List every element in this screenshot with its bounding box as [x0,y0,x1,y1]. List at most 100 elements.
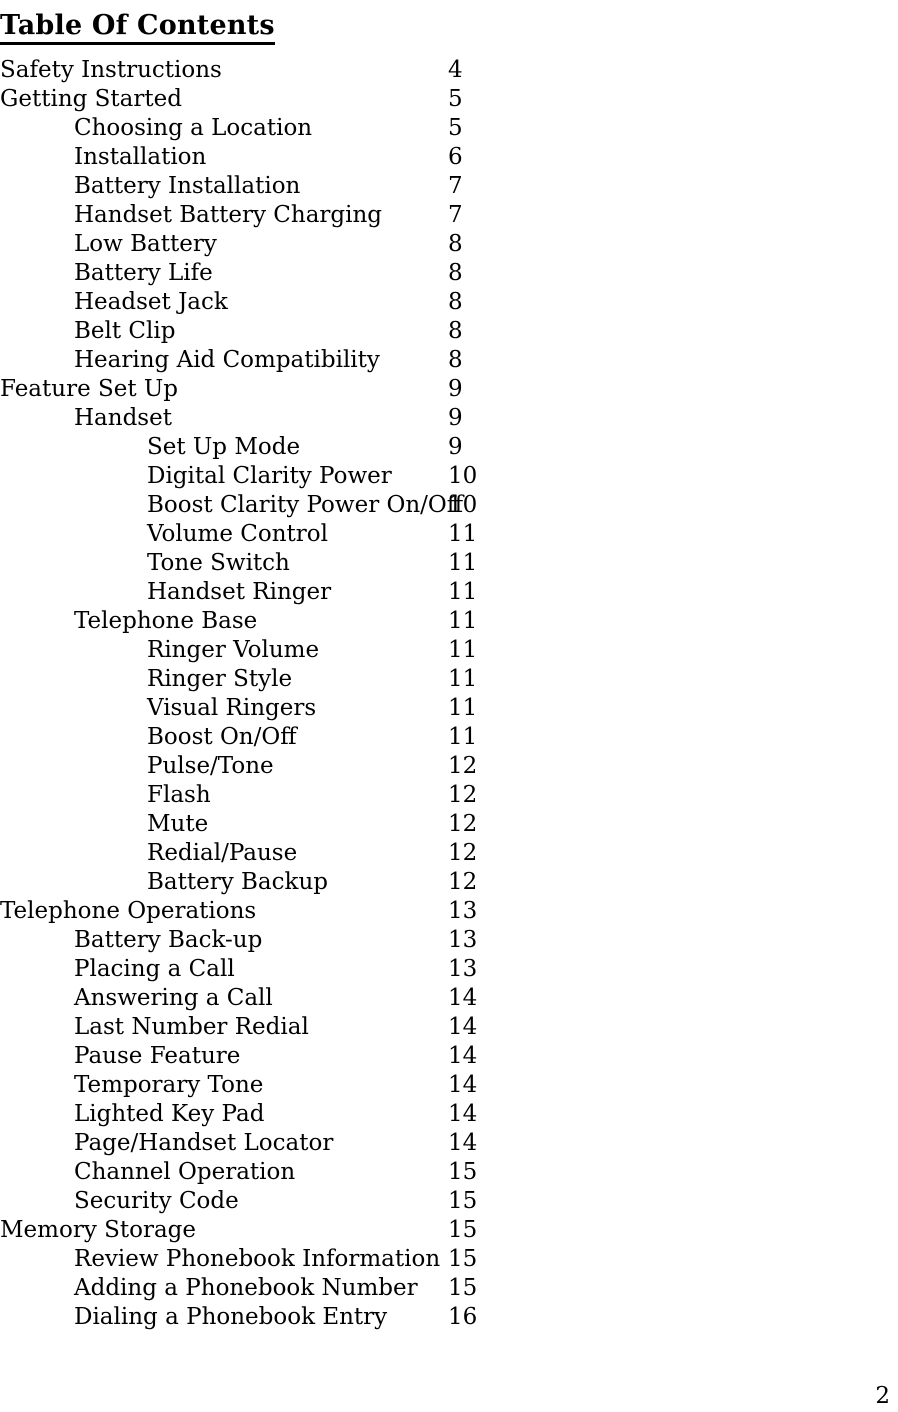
toc-entry-page-number: 8 [448,231,463,257]
toc-entry[interactable]: Handset 9 [0,404,898,433]
toc-entry[interactable]: Redial/Pause 12 [0,839,898,868]
toc-entry[interactable]: Placing a Call 13 [0,955,898,984]
toc-entry-title: Answering a Call [74,985,273,1011]
toc-entry[interactable]: Security Code 15 [0,1187,898,1216]
toc-entry[interactable]: Last Number Redial 14 [0,1013,898,1042]
toc-entry[interactable]: Pulse/Tone 12 [0,752,898,781]
toc-entry[interactable]: Choosing a Location 5 [0,114,898,143]
toc-entry[interactable]: Set Up Mode 9 [0,433,898,462]
toc-entry-title: Set Up Mode [147,434,301,460]
toc-entry-title: Handset Ringer [147,579,332,605]
toc-entry-title: Telephone Base [74,608,258,634]
toc-entry-page-number: 14 [448,1014,478,1040]
toc-entry[interactable]: Belt Clip 8 [0,317,898,346]
toc-entry[interactable]: Handset Battery Charging 7 [0,201,898,230]
toc-entry-title: Boost Clarity Power On/Off [147,492,464,518]
toc-entry[interactable]: Boost On/Off 11 [0,723,898,752]
toc-entry-title: Security Code [74,1188,239,1214]
toc-entry[interactable]: Ringer Style 11 [0,665,898,694]
toc-entry-title: Last Number Redial [74,1014,309,1040]
toc-entry-page-number: 8 [448,289,463,315]
toc-entry-page-number: 6 [448,144,463,170]
toc-entry-title: Pulse/Tone [147,753,274,779]
toc-entry-page-number: 10 [448,463,478,489]
toc-entry[interactable]: Temporary Tone 14 [0,1071,898,1100]
toc-entry[interactable]: Low Battery 8 [0,230,898,259]
toc-entry-page-number: 11 [448,579,478,605]
toc-entry-page-number: 10 [448,492,478,518]
toc-entry[interactable]: Mute 12 [0,810,898,839]
toc-entry[interactable]: Headset Jack 8 [0,288,898,317]
toc-entry-page-number: 11 [448,724,478,750]
toc-entry[interactable]: Battery Backup 12 [0,868,898,897]
toc-entry-title: Safety Instructions [0,57,222,83]
toc-entry-page-number: 5 [448,86,463,112]
footer-page-number: 2 [875,1383,890,1409]
toc-entry-page-number: 15 [448,1246,478,1272]
toc-entry[interactable]: Visual Ringers 11 [0,694,898,723]
toc-entry-title: Battery Installation [74,173,301,199]
toc-entry-title: Ringer Volume [147,637,320,663]
toc-entry-title: Lighted Key Pad [74,1101,265,1127]
toc-entry-page-number: 11 [448,637,478,663]
toc-entry-title: Headset Jack [74,289,228,315]
toc-entry-page-number: 12 [448,782,478,808]
toc-entry-title: Digital Clarity Power [147,463,392,489]
toc-entry-title: Ringer Style [147,666,293,692]
toc-entry[interactable]: Telephone Base 11 [0,607,898,636]
toc-entry[interactable]: Hearing Aid Compatibility 8 [0,346,898,375]
toc-entry-page-number: 5 [448,115,463,141]
toc-entry[interactable]: Channel Operation 15 [0,1158,898,1187]
toc-entry-page-number: 11 [448,608,478,634]
toc-entry-page-number: 12 [448,840,478,866]
toc-entry-page-number: 15 [448,1217,478,1243]
toc-entry[interactable]: Review Phonebook Information 15 [0,1245,898,1274]
toc-entry-title: Redial/Pause [147,840,298,866]
toc-entry-page-number: 15 [448,1188,478,1214]
toc-entry-title: Feature Set Up [0,376,179,402]
toc-entry-page-number: 14 [448,1130,478,1156]
toc-entry-title: Page/Handset Locator [74,1130,334,1156]
toc-entry[interactable]: Memory Storage 15 [0,1216,898,1245]
toc-entry-title: Memory Storage [0,1217,197,1243]
toc-entry[interactable]: Tone Switch 11 [0,549,898,578]
table-of-contents-list: Safety Instructions 4 Getting Started 5 Choo… [0,56,898,1332]
toc-entry-title: Adding a Phonebook Number [74,1275,418,1301]
toc-entry[interactable]: Handset Ringer 11 [0,578,898,607]
toc-entry-title: Hearing Aid Compatibility [74,347,380,373]
toc-entry-page-number: 14 [448,1043,478,1069]
toc-entry-page-number: 8 [448,260,463,286]
toc-entry[interactable]: Dialing a Phonebook Entry 16 [0,1303,898,1332]
toc-entry[interactable]: Safety Instructions 4 [0,56,898,85]
document-page: Table Of Contents Safety Instructions 4 Ge… [0,0,898,1412]
toc-entry[interactable]: Volume Control 11 [0,520,898,549]
toc-entry[interactable]: Pause Feature 14 [0,1042,898,1071]
toc-entry[interactable]: Battery Back-up 13 [0,926,898,955]
toc-entry-page-number: 16 [448,1304,478,1330]
toc-entry-page-number: 12 [448,869,478,895]
toc-entry-page-number: 11 [448,666,478,692]
toc-entry-title: Dialing a Phonebook Entry [74,1304,388,1330]
toc-entry-page-number: 11 [448,550,478,576]
toc-entry[interactable]: Getting Started 5 [0,85,898,114]
toc-entry-page-number: 12 [448,753,478,779]
toc-entry-page-number: 13 [448,956,478,982]
toc-entry[interactable]: Boost Clarity Power On/Off 10 [0,491,898,520]
toc-entry[interactable]: Feature Set Up 9 [0,375,898,404]
toc-entry[interactable]: Battery Life 8 [0,259,898,288]
toc-entry[interactable]: Telephone Operations 13 [0,897,898,926]
toc-entry[interactable]: Adding a Phonebook Number 15 [0,1274,898,1303]
toc-entry[interactable]: Answering a Call 14 [0,984,898,1013]
toc-entry[interactable]: Lighted Key Pad 14 [0,1100,898,1129]
toc-entry-title: Boost On/Off [147,724,297,750]
toc-entry[interactable]: Installation 6 [0,143,898,172]
toc-entry[interactable]: Page/Handset Locator 14 [0,1129,898,1158]
toc-entry[interactable]: Flash 12 [0,781,898,810]
toc-entry-title: Battery Life [74,260,213,286]
toc-entry-page-number: 4 [448,57,463,83]
toc-entry-page-number: 14 [448,1101,478,1127]
toc-entry[interactable]: Ringer Volume 11 [0,636,898,665]
toc-entry[interactable]: Digital Clarity Power 10 [0,462,898,491]
toc-entry[interactable]: Battery Installation 7 [0,172,898,201]
toc-entry-title: Handset [74,405,172,431]
